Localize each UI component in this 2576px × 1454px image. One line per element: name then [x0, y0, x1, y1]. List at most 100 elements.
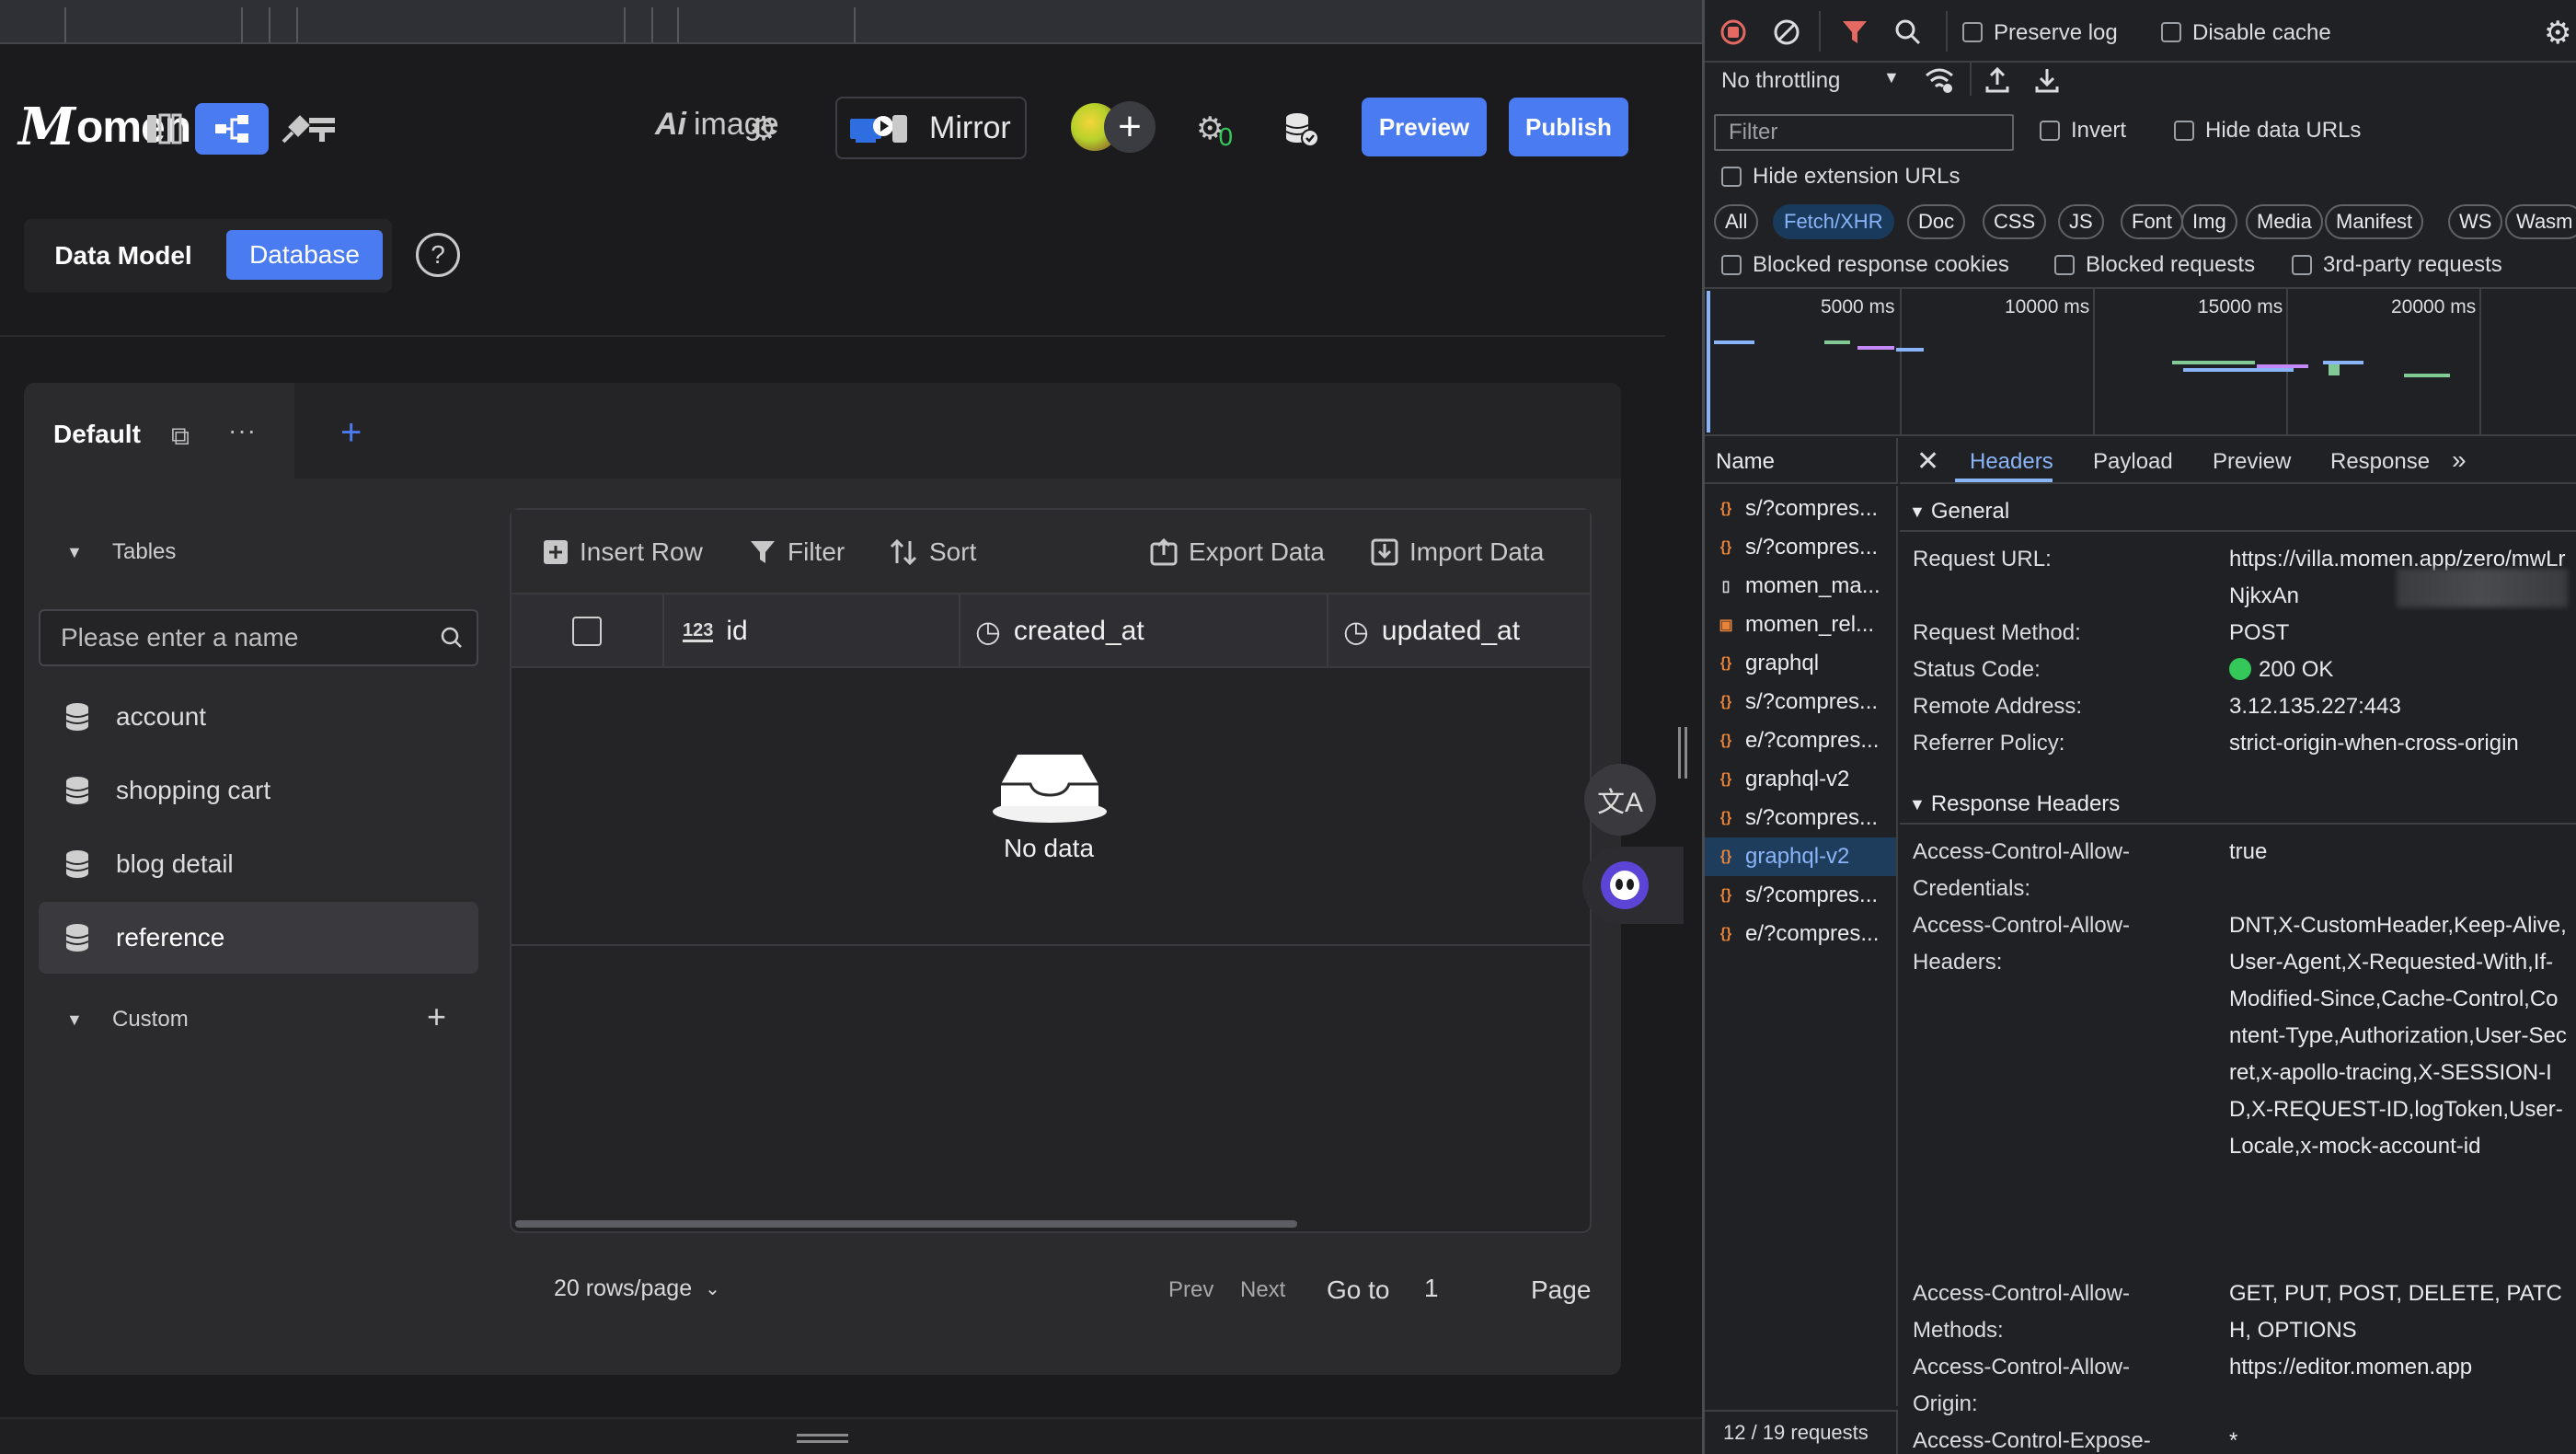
column-header-created-at[interactable]: ◷ created_at [975, 613, 1144, 650]
request-row[interactable]: ▯ momen_ma... [1705, 567, 1896, 606]
tab-headers[interactable]: Headers [1970, 449, 2053, 475]
preserve-log-checkbox[interactable] [1962, 22, 1983, 42]
response-headers-section-header[interactable]: ▼ Response Headers [1900, 786, 2576, 825]
select-all-checkbox[interactable] [572, 617, 602, 646]
search-icon[interactable] [440, 626, 464, 650]
request-row[interactable]: {} graphql-v2 [1705, 837, 1896, 876]
table-item[interactable]: shopping cart [39, 755, 478, 826]
bottom-drag-handle[interactable] [797, 1434, 848, 1443]
import-data-button[interactable]: Import Data [1371, 532, 1544, 572]
caret-down-icon[interactable]: ▼ [1883, 68, 1900, 87]
column-header-id[interactable]: 123 id [683, 613, 748, 650]
type-chip[interactable]: Manifest [2325, 204, 2424, 239]
search-icon[interactable] [1894, 18, 1922, 46]
page-number-input[interactable] [1424, 1266, 1483, 1310]
network-filter-input[interactable] [1714, 114, 2014, 151]
column-header-updated-at[interactable]: ◷ updated_at [1343, 613, 1520, 650]
database-table-icon [65, 777, 89, 804]
preview-button[interactable]: Preview [1362, 98, 1487, 156]
tab-response[interactable]: Response [2330, 449, 2430, 475]
settings-button[interactable]: ⚙ [727, 103, 800, 155]
timeline-tick-label: 10000 ms [2005, 296, 2090, 317]
filter-button[interactable]: Filter [749, 532, 845, 572]
type-chip[interactable]: Wasm [2505, 204, 2576, 239]
tab-database[interactable]: Database [226, 230, 383, 280]
type-chip[interactable]: Font [2121, 204, 2184, 239]
type-chip[interactable]: Media [2246, 204, 2323, 239]
add-database-icon[interactable]: + [340, 412, 362, 454]
blocked-requests-checkbox[interactable] [2054, 255, 2075, 275]
assistant-button[interactable] [1601, 861, 1649, 909]
more-tabs-icon[interactable]: » [2452, 445, 2467, 475]
export-data-button[interactable]: Export Data [1150, 532, 1325, 572]
invite-button[interactable]: + [1104, 101, 1156, 153]
invert-checkbox[interactable] [2040, 121, 2060, 141]
clear-icon[interactable] [1773, 18, 1800, 46]
caret-down-icon[interactable]: ▼ [66, 1010, 83, 1030]
layout-panel-button[interactable] [127, 103, 201, 155]
type-chip[interactable]: JS [2058, 204, 2104, 239]
caret-down-icon[interactable]: ▼ [66, 543, 83, 562]
request-row[interactable]: ▣ momen_rel... [1705, 606, 1896, 644]
table-item[interactable]: account [39, 681, 478, 753]
third-party-checkbox[interactable] [2292, 255, 2312, 275]
insert-row-button[interactable]: Insert Row [543, 532, 703, 572]
tab-data-model[interactable]: Data Model [31, 230, 215, 282]
download-icon[interactable] [2034, 66, 2060, 94]
type-chip[interactable]: All [1714, 204, 1759, 239]
settings-gear-icon[interactable]: ⚙ [2544, 15, 2571, 52]
timeline-bar [1714, 340, 1754, 344]
panel-resize-handle[interactable] [1678, 727, 1687, 779]
mirror-button[interactable]: Mirror [835, 97, 1027, 159]
request-row[interactable]: {} s/?compres... [1705, 490, 1896, 528]
translate-button[interactable]: 文A [1584, 764, 1656, 836]
tab-preview[interactable]: Preview [2213, 449, 2291, 475]
hide-data-urls-checkbox[interactable] [2174, 121, 2194, 141]
response-header-key: Access-Control-Allow-Origin: [1913, 1355, 2131, 1416]
filter-icon[interactable] [1841, 18, 1869, 46]
request-row[interactable]: {} s/?compres... [1705, 876, 1896, 915]
timeline-cursor[interactable] [1707, 291, 1710, 433]
request-row[interactable]: {} s/?compres... [1705, 528, 1896, 567]
request-row[interactable]: {} s/?compres... [1705, 683, 1896, 721]
data-model-button[interactable] [195, 103, 269, 155]
disable-cache-checkbox[interactable] [2161, 22, 2181, 42]
upload-icon[interactable] [1984, 66, 2010, 94]
plugin-debug-button[interactable]: ⚙ 0 [1178, 103, 1251, 155]
sort-button[interactable]: Sort [889, 532, 976, 572]
rows-per-page-select[interactable]: 20 rows/page ⌄ [554, 1275, 720, 1302]
blocked-cookies-checkbox[interactable] [1721, 255, 1742, 275]
request-row[interactable]: {} graphql [1705, 644, 1896, 683]
next-page-button[interactable]: Next [1240, 1277, 1285, 1303]
grid-row-divider [512, 944, 1590, 946]
request-row[interactable]: {} e/?compres... [1705, 721, 1896, 760]
throttling-select[interactable]: No throttling [1721, 68, 1840, 94]
table-search-input[interactable] [61, 611, 429, 664]
type-chip[interactable]: CSS [1983, 204, 2047, 239]
type-chip[interactable]: Img [2181, 204, 2237, 239]
database-status-button[interactable] [1264, 103, 1338, 155]
hide-extension-urls-checkbox[interactable] [1721, 167, 1742, 187]
request-row[interactable]: {} s/?compres... [1705, 799, 1896, 837]
close-icon[interactable]: ✕ [1916, 445, 1939, 478]
more-icon[interactable]: ··· [228, 416, 257, 445]
network-conditions-icon[interactable] [1924, 66, 1955, 94]
type-chip[interactable]: Fetch/XHR [1773, 204, 1894, 239]
table-item[interactable]: reference [39, 902, 478, 974]
stop-recording-icon[interactable] [1719, 18, 1747, 46]
open-external-icon[interactable]: ⧉ [171, 421, 190, 452]
publish-button[interactable]: Publish [1509, 98, 1628, 156]
request-row[interactable]: {} e/?compres... [1705, 915, 1896, 953]
general-section-header[interactable]: ▼ General [1900, 493, 2576, 532]
type-chip[interactable]: Doc [1907, 204, 1966, 239]
prev-page-button[interactable]: Prev [1168, 1277, 1213, 1303]
tab-payload[interactable]: Payload [2093, 449, 2173, 475]
table-item[interactable]: blog detail [39, 828, 478, 900]
type-chip[interactable]: WS [2448, 204, 2503, 239]
horizontal-scrollbar[interactable] [515, 1220, 1297, 1228]
request-row[interactable]: {} graphql-v2 [1705, 760, 1896, 799]
help-button[interactable]: ? [416, 233, 460, 277]
add-custom-icon[interactable]: + [427, 998, 446, 1036]
actionflow-button[interactable] [285, 103, 359, 155]
fetch-icon: {} [1719, 694, 1732, 710]
